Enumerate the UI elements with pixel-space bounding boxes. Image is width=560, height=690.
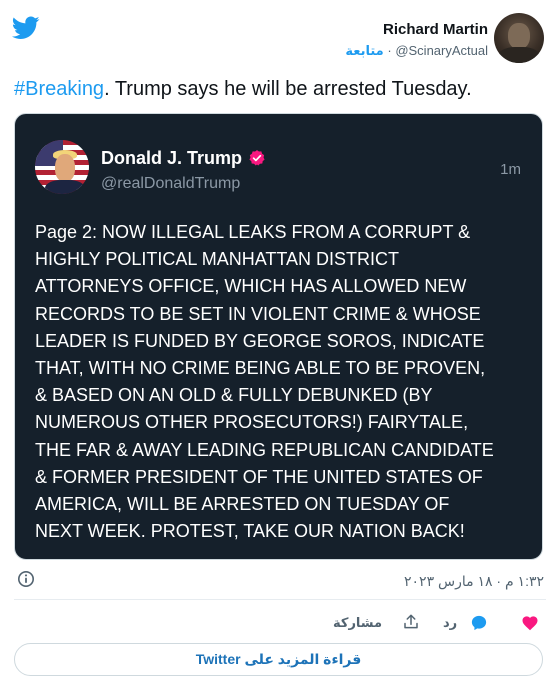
embedded-author-name: Donald J. Trump (101, 148, 266, 169)
follow-button[interactable]: متابعة (345, 43, 383, 58)
embedded-post-line: THAT, WITH NO CRIME BEING ABLE TO BE PRO… (35, 358, 486, 379)
embedded-post-line: THE FAR & AWAY LEADING REPUBLICAN CANDID… (35, 439, 494, 460)
embedded-post-line: ATTORNEYS OFFICE, WHICH HAS ALLOWED NEW (35, 276, 467, 297)
embedded-avatar (35, 140, 89, 194)
avatar-face-shape (508, 23, 530, 49)
embedded-post-line: RECORDS TO BE SET IN VIOLENT CRIME & WHO… (35, 303, 481, 324)
embedded-post-line: Page 2: NOW ILLEGAL LEAKS FROM A CORRUPT… (35, 222, 471, 242)
embedded-post-line: NUMEROUS OTHER PROSECUTORS!) FAIRYTALE, (35, 412, 469, 433)
reply-bubble-icon[interactable] (470, 614, 488, 632)
avatar-suit-shape (45, 180, 85, 194)
avatar-head-shape (55, 154, 75, 182)
author-name[interactable]: Richard Martin (383, 21, 488, 38)
share-label[interactable]: مشاركة (333, 615, 382, 631)
tweet-text: #Breaking. Trump says he will be arreste… (14, 78, 472, 101)
author-avatar[interactable] (494, 13, 544, 63)
embedded-author-name-text: Donald J. Trump (101, 148, 243, 168)
share-upload-icon[interactable] (402, 613, 420, 631)
tweet-timestamp[interactable]: ١:٣٢ م · ١٨ مارس ٢٠٢٣ (404, 573, 544, 590)
info-icon[interactable] (17, 570, 35, 588)
divider (14, 599, 546, 600)
author-handle-line: متابعة · @ScinaryActual (345, 43, 488, 59)
embedded-post-line: & FORMER PRESIDENT OF THE UNITED STATES … (35, 466, 483, 487)
avatar-body-shape (498, 47, 540, 63)
read-more-button[interactable]: قراءة المزيد على Twitter (14, 643, 543, 676)
embedded-post-line: NEXT WEEK. PROTEST, TAKE OUR NATION BACK… (35, 521, 465, 542)
embedded-author-handle: @realDonaldTrump (101, 175, 241, 192)
embedded-post-line: HIGHLY POLITICAL MANHATTAN DISTRICT (35, 249, 400, 270)
author-handle[interactable]: @ScinaryActual (395, 43, 488, 58)
hashtag-link[interactable]: #Breaking (14, 78, 104, 100)
embedded-post-image[interactable]: Donald J. Trump @realDonaldTrump 1m Page… (14, 113, 543, 560)
embedded-post-time: 1m (500, 161, 521, 178)
twitter-bird-icon[interactable] (12, 16, 40, 40)
embedded-post-line: AMERICA, WILL BE ARRESTED ON TUESDAY OF (35, 494, 450, 515)
tweet-body-text: . Trump says he will be arrested Tuesday… (104, 78, 472, 100)
embedded-post-line: & BASED ON AN OLD & FULLY DEBUNKED (BY (35, 385, 433, 406)
embedded-post-body: Page 2: NOW ILLEGAL LEAKS FROM A CORRUPT… (35, 219, 530, 545)
embedded-post-line: LEADER IS FUNDED BY GEORGE SOROS, INDICA… (35, 330, 485, 351)
heart-icon[interactable] (521, 614, 539, 632)
action-bar: رد مشاركة (0, 612, 560, 634)
reply-label[interactable]: رد (443, 615, 457, 631)
tweet-embed-card: Richard Martin متابعة · @ScinaryActual #… (0, 0, 560, 690)
verified-badge-icon (249, 150, 265, 166)
separator-dot: · (387, 43, 392, 58)
